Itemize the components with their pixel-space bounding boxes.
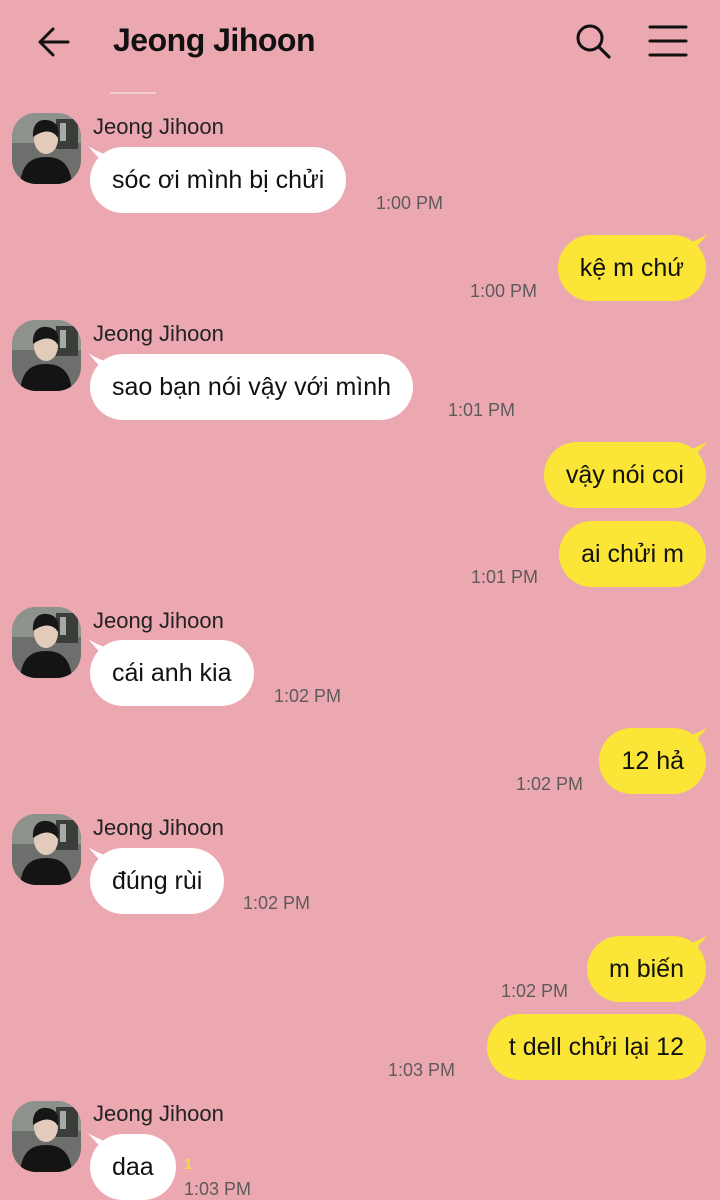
message-bubble-incoming[interactable]: sao bạn nói vậy với mình [90, 354, 414, 420]
back-button[interactable] [34, 22, 74, 62]
message-bubble-incoming[interactable]: sóc ơi mình bị chửi [90, 147, 347, 213]
message-time: 1:01 PM [471, 567, 539, 587]
search-icon [576, 24, 611, 59]
header-divider [110, 92, 156, 94]
message-bubble-outgoing[interactable]: vậy nói coi [543, 442, 706, 508]
message-bubble-outgoing[interactable]: kệ m chứ [557, 235, 706, 301]
message-time: 1:00 PM [470, 281, 538, 301]
sender-name: Jeong Jihoon [93, 321, 224, 346]
message-bubble-outgoing[interactable]: 12 hả [599, 728, 706, 794]
sender-name: Jeong Jihoon [93, 815, 224, 840]
search-button[interactable] [574, 22, 612, 60]
message-time: 1:01 PM [448, 400, 516, 420]
message-bubble-incoming[interactable]: daa [90, 1134, 176, 1200]
contact-avatar[interactable] [12, 113, 81, 184]
message-bubble-incoming[interactable]: cái anh kia [90, 640, 254, 706]
chat-header: Jeong Jihoon [0, 0, 720, 85]
back-arrow-icon [38, 27, 70, 57]
menu-icon [648, 25, 688, 57]
message-time: 1:02 PM [501, 981, 569, 1001]
message-bubble-outgoing[interactable]: t dell chửi lại 12 [486, 1014, 706, 1080]
bubble-tail [692, 727, 708, 745]
bubble-tail [692, 234, 708, 252]
message-time: 1:03 PM [388, 1060, 456, 1080]
message-bubble-incoming[interactable]: đúng rùi [90, 848, 225, 914]
sender-name: Jeong Jihoon [93, 608, 224, 633]
message-bubble-outgoing[interactable]: ai chửi m [559, 521, 706, 587]
unread-count: 1 [184, 1156, 193, 1173]
contact-avatar[interactable] [12, 607, 81, 678]
message-time: 1:03 PM [184, 1179, 252, 1199]
message-time: 1:02 PM [516, 774, 584, 794]
contact-avatar[interactable] [12, 814, 81, 885]
message-time: 1:00 PM [376, 193, 444, 213]
menu-button[interactable] [648, 22, 688, 60]
bubble-tail [692, 441, 708, 459]
contact-avatar[interactable] [12, 1101, 81, 1172]
message-time: 1:02 PM [274, 686, 342, 706]
message-bubble-outgoing[interactable]: m biến [586, 936, 706, 1002]
sender-name: Jeong Jihoon [93, 114, 224, 139]
bubble-tail [692, 935, 708, 953]
sender-name: Jeong Jihoon [93, 1101, 224, 1126]
chat-title: Jeong Jihoon [113, 22, 316, 58]
contact-avatar[interactable] [12, 320, 81, 391]
message-time: 1:02 PM [243, 893, 311, 913]
